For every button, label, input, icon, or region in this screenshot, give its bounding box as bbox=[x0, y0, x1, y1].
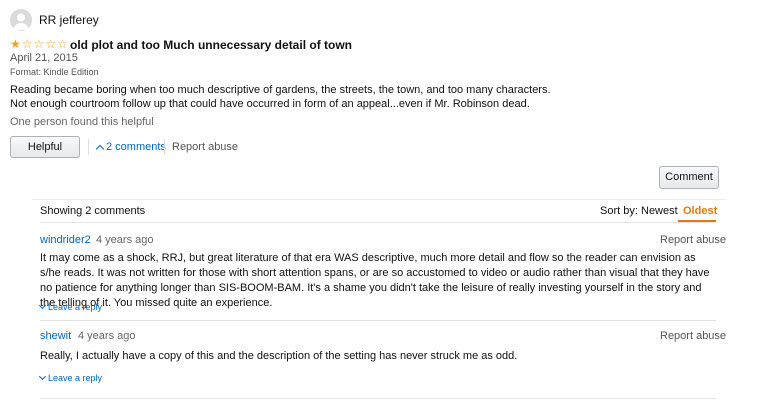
leave-reply-label: Leave a reply bbox=[48, 373, 103, 383]
comments-link-label: 2 comments bbox=[106, 141, 166, 153]
divider bbox=[40, 398, 716, 399]
review-format: Format: Kindle Edition bbox=[10, 67, 99, 77]
helpful-count: One person found this helpful bbox=[10, 116, 154, 128]
review-body: Reading became boring when too much desc… bbox=[10, 83, 750, 111]
panel-divider bbox=[32, 199, 726, 200]
review-title[interactable]: old plot and too Much unnecessary detail… bbox=[70, 38, 352, 52]
sort-oldest-tab[interactable]: Oldest bbox=[683, 205, 717, 217]
reviewer-avatar[interactable] bbox=[10, 9, 32, 31]
divider bbox=[40, 320, 716, 321]
comment-time: 4 years ago bbox=[78, 330, 136, 342]
comment-button[interactable]: Comment bbox=[659, 166, 719, 189]
star-empty-icon: ☆ bbox=[21, 37, 33, 51]
separator bbox=[88, 139, 89, 155]
chevron-down-icon bbox=[38, 301, 47, 310]
user-icon bbox=[13, 13, 29, 30]
review-body-line: Reading became boring when too much desc… bbox=[10, 84, 551, 96]
comment-text: Really, I actually have a copy of this a… bbox=[40, 350, 518, 362]
divider bbox=[40, 222, 716, 223]
comment-time: 4 years ago bbox=[96, 234, 154, 246]
leave-reply-link[interactable]: Leave a reply bbox=[38, 372, 103, 383]
star-rating: ★ ☆ ☆ ☆ ☆ bbox=[10, 38, 68, 50]
comment-author[interactable]: windrider2 bbox=[40, 234, 91, 246]
review-body-line: Not enough courtroom follow up that coul… bbox=[10, 98, 530, 110]
star-empty-icon: ☆ bbox=[45, 37, 57, 51]
star-empty-icon: ☆ bbox=[57, 37, 68, 51]
review-date: April 21, 2015 bbox=[10, 52, 78, 64]
report-abuse-link[interactable]: Report abuse bbox=[172, 141, 238, 153]
sort-by-label: Sort by: bbox=[600, 205, 638, 217]
reviewer-name[interactable]: RR jefferey bbox=[39, 13, 99, 27]
comments-count: Showing 2 comments bbox=[40, 205, 146, 217]
star-empty-icon: ☆ bbox=[33, 37, 45, 51]
helpful-button[interactable]: Helpful bbox=[10, 136, 80, 158]
chevron-down-icon bbox=[38, 372, 47, 381]
sort-newest-tab[interactable]: Newest bbox=[641, 205, 678, 217]
chevron-up-icon bbox=[95, 144, 105, 153]
comment-report-abuse-link[interactable]: Report abuse bbox=[660, 330, 726, 342]
leave-reply-label: Leave a reply bbox=[48, 302, 103, 312]
leave-reply-link[interactable]: Leave a reply bbox=[38, 301, 103, 312]
star-filled-icon: ★ bbox=[10, 37, 21, 51]
comments-toggle-link[interactable]: 2 comments bbox=[95, 141, 166, 153]
comment-author[interactable]: shewit bbox=[40, 330, 71, 342]
comment-text: It may come as a shock, RRJ, but great l… bbox=[40, 252, 710, 309]
separator bbox=[164, 139, 165, 155]
comment-report-abuse-link[interactable]: Report abuse bbox=[660, 234, 726, 246]
